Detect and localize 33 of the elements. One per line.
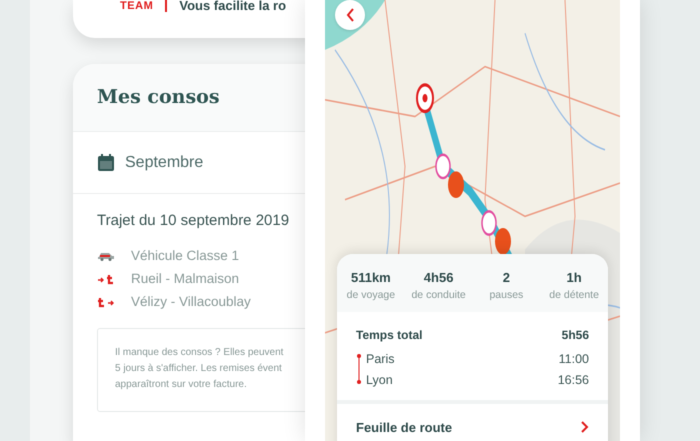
arrow-toll-icon [97, 274, 115, 284]
brand-name: TEAM [120, 0, 154, 12]
stat-label: pauses [489, 288, 524, 303]
toll-arrow-icon [97, 296, 115, 308]
total-label: Temps total [356, 327, 422, 344]
section-title: Mes consos [97, 85, 220, 110]
back-icon [346, 8, 354, 22]
total-value: 5h56 [562, 327, 589, 344]
stat-label: de conduite [411, 288, 466, 303]
stop-name: Paris [366, 351, 394, 368]
roadmap-link[interactable]: Feuille de route [337, 404, 608, 437]
notice-text: apparaîtront sur votre facture. [115, 378, 248, 392]
stop-name: Lyon [366, 372, 393, 389]
notice-text: Il manque des consos ? Elles peuvent [115, 346, 284, 360]
calendar-icon [97, 154, 115, 172]
stat-label: de voyage [346, 288, 396, 303]
trip-detail: Rueil - Malmaison [131, 270, 240, 288]
route-line-icon [356, 354, 362, 384]
trip-title: Trajet du 10 septembre 2019 [97, 211, 290, 231]
trip-detail: Vélizy - Villacoublay [131, 292, 251, 311]
chevron-icon [581, 421, 589, 434]
stop-time: 16:56 [558, 372, 589, 389]
car-icon [97, 251, 115, 261]
notice-text: 5 jours à s'afficher. Les remises évent [115, 362, 283, 376]
stat-value: 511km [350, 269, 391, 288]
stop-time: 11:00 [558, 351, 589, 368]
trip-detail: Véhicule Classe 1 [131, 246, 240, 265]
month-label[interactable]: Septembre [125, 150, 204, 174]
tagline: Vous facilite la ro [179, 0, 286, 12]
stat-value: 4h56 [424, 269, 454, 288]
stat-label: de détente [549, 288, 599, 303]
stat-value: 2 [502, 269, 510, 288]
stat-value: 1h [566, 269, 582, 288]
